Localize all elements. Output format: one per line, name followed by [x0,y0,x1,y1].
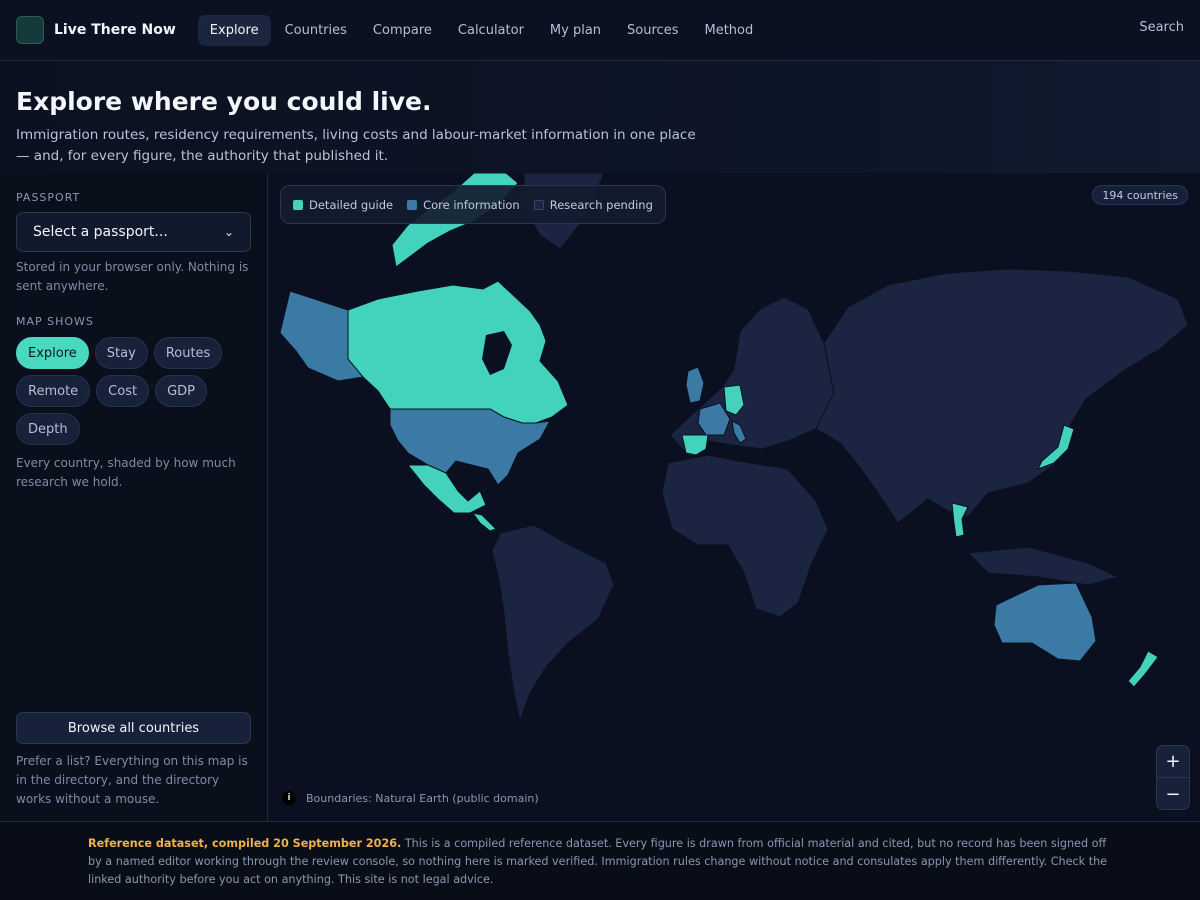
brand[interactable]: Live There Now [16,16,176,44]
map-shows-label: MAP SHOWS [16,315,94,328]
minus-icon[interactable]: − [1157,778,1189,809]
footer-disclaimer: Reference dataset, compiled 20 September… [0,821,1200,900]
country-new-zealand[interactable] [1127,650,1159,688]
info-icon[interactable]: i [282,791,296,805]
legend-label: Core information [423,197,520,212]
map-mode-chips: Explore Stay Routes Remote Cost GDP Dept… [16,337,256,451]
country-spain[interactable] [681,434,709,456]
map-legend: Detailed guide Core information Research… [280,185,666,224]
world-map[interactable]: Detailed guide Core information Research… [268,173,1200,821]
continent-south-america[interactable] [491,524,615,723]
nav-calculator[interactable]: Calculator [446,15,536,46]
legend-swatch [293,199,303,210]
passport-label: PASSPORT [16,191,81,204]
country-uk[interactable] [685,366,705,404]
nav-my-plan[interactable]: My plan [538,15,613,46]
mode-depth[interactable]: Depth [16,413,80,445]
legend-item-detailed: Detailed guide [293,198,393,212]
hero: Explore where you could live. Immigratio… [0,61,1200,173]
region-maritime-southeast-asia[interactable] [966,546,1120,586]
mode-stay[interactable]: Stay [94,337,148,369]
browse-note: Prefer a list? Everything on this map is… [16,754,248,806]
continent-asia[interactable] [815,268,1189,524]
zoom-controls: + − [1156,745,1190,810]
map-attribution: i Boundaries: Natural Earth (public doma… [282,791,539,805]
mode-explore[interactable]: Explore [16,337,89,369]
country-australia[interactable] [993,582,1097,662]
legend-item-core: Core information [407,198,520,212]
legend-label: Research pending [549,197,653,212]
country-count-badge: 194 countries [1092,185,1188,205]
legend-swatch [533,199,544,210]
browse-all-countries-button[interactable]: Browse all countries [16,712,251,744]
plus-icon[interactable]: + [1157,746,1189,778]
disclaimer-text: Reference dataset, compiled 20 September… [88,835,1118,889]
nav-sources[interactable]: Sources [615,15,690,46]
app-name: Live There Now [54,22,176,38]
legend-item-pending: Research pending [533,197,653,212]
page-title: Explore where you could live. [16,87,432,116]
country-canada[interactable] [347,280,569,424]
mode-remote[interactable]: Remote [16,375,91,407]
nav-compare[interactable]: Compare [361,15,444,46]
passport-note: Stored in your browser only. Nothing is … [16,260,249,293]
passport-select-value: Select a passport... [33,224,168,240]
mode-routes[interactable]: Routes [153,337,223,369]
nav-method[interactable]: Method [692,15,765,46]
mode-gdp[interactable]: GDP [155,375,208,407]
mode-cost[interactable]: Cost [96,375,150,407]
nav-countries[interactable]: Countries [273,15,359,46]
world-map-svg[interactable] [268,173,1200,821]
country-thailand[interactable] [951,502,969,538]
chevron-down-icon: ⌄ [223,225,234,239]
continent-africa[interactable] [661,454,829,618]
top-navigation: Live There Now Explore Countries Compare… [0,0,1200,61]
country-central-america[interactable] [471,512,497,532]
page-subtitle: Immigration routes, residency requiremen… [16,127,696,164]
search-link[interactable]: Search [1139,20,1184,35]
main-nav: Explore Countries Compare Calculator My … [197,14,767,46]
attribution-text: Boundaries: Natural Earth (public domain… [306,791,539,805]
legend-swatch [407,199,418,210]
logo-icon [16,16,44,44]
mode-note: Every country, shaded by how much resear… [16,456,236,489]
sidebar: PASSPORT Select a passport... ⌄ Stored i… [0,173,268,821]
nav-explore[interactable]: Explore [197,14,271,46]
disclaimer-title: Reference dataset, compiled 20 September… [88,837,402,850]
passport-select[interactable]: Select a passport... ⌄ [16,212,251,252]
legend-label: Detailed guide [309,197,394,212]
